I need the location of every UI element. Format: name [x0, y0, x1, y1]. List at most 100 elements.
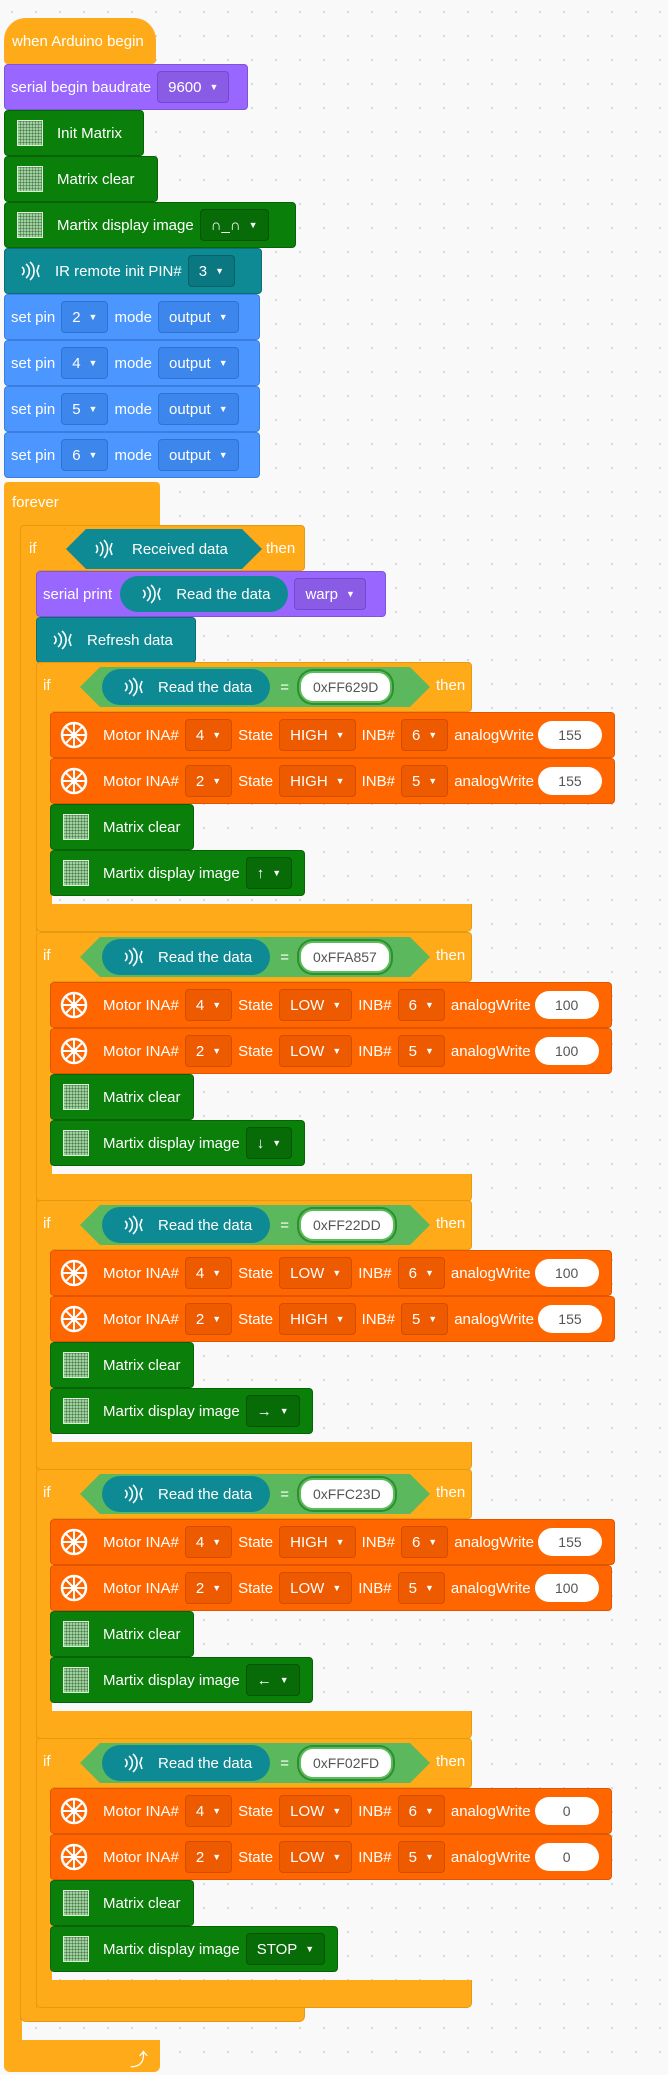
inb-dropdown[interactable]: 6 ▼: [400, 1526, 449, 1558]
equals-operator[interactable]: Read the data = 0xFFC23D: [80, 1474, 430, 1514]
motor-block[interactable]: Motor INA# 2 ▼ State HIGH ▼ INB# 5 ▼ analog…: [50, 1296, 615, 1342]
display-image-block[interactable]: Martix display image → ▼: [50, 1388, 313, 1434]
ina-dropdown[interactable]: 4 ▼: [184, 1795, 233, 1827]
equals-operator[interactable]: Read the data = 0xFFA857: [80, 937, 430, 977]
matrix-clear-block[interactable]: Matrix clear: [50, 804, 194, 850]
matrix-clear-block[interactable]: Matrix clear: [50, 1611, 194, 1657]
display-image-block[interactable]: Martix display image ↓ ▼: [50, 1120, 306, 1166]
state-dropdown[interactable]: LOW ▼: [279, 989, 353, 1021]
ir-code-input[interactable]: 0xFF22DD: [299, 1209, 395, 1241]
ina-dropdown[interactable]: 2 ▼: [184, 1303, 233, 1335]
equals-operator[interactable]: Read the data = 0xFF629D: [80, 667, 430, 707]
state-dropdown[interactable]: LOW ▼: [279, 1841, 353, 1873]
state-dropdown[interactable]: LOW ▼: [279, 1795, 353, 1827]
ina-dropdown[interactable]: 4 ▼: [184, 719, 233, 751]
inb-dropdown[interactable]: 6 ▼: [397, 989, 445, 1021]
display-image-block[interactable]: Martix display image ∩_∩ ▼: [4, 202, 296, 248]
init-matrix-block[interactable]: Init Matrix: [4, 110, 144, 156]
state-dropdown[interactable]: HIGH ▼: [279, 1526, 356, 1558]
mode-dropdown[interactable]: output ▼: [158, 301, 239, 333]
ina-dropdown[interactable]: 4 ▼: [184, 1257, 233, 1289]
motor-block[interactable]: Motor INA# 4 ▼ State HIGH ▼ INB# 6 ▼ analog…: [50, 1519, 615, 1565]
equals-operator[interactable]: Read the data = 0xFF22DD: [80, 1205, 430, 1245]
analogwrite-input[interactable]: 155: [537, 1528, 602, 1556]
ir-code-input[interactable]: 0xFFA857: [299, 941, 391, 973]
image-dropdown[interactable]: ↑ ▼: [245, 857, 293, 889]
inb-dropdown[interactable]: 6 ▼: [400, 719, 449, 751]
ina-dropdown[interactable]: 4 ▼: [184, 989, 233, 1021]
inb-dropdown[interactable]: 6 ▼: [397, 1257, 445, 1289]
motor-block[interactable]: Motor INA# 2 ▼ State LOW ▼ INB# 5 ▼ analogW…: [50, 1834, 612, 1880]
baudrate-dropdown[interactable]: 9600 ▼: [157, 71, 230, 103]
read-data-reporter[interactable]: Read the data: [120, 576, 289, 612]
state-dropdown[interactable]: LOW ▼: [279, 1257, 353, 1289]
read-data-reporter[interactable]: Read the data: [102, 1207, 270, 1243]
motor-block[interactable]: Motor INA# 4 ▼ State HIGH ▼ INB# 6 ▼ analog…: [50, 712, 615, 758]
state-dropdown[interactable]: HIGH ▼: [279, 1303, 356, 1335]
display-image-block[interactable]: Martix display image ← ▼: [50, 1657, 313, 1703]
format-dropdown[interactable]: warp ▼: [294, 578, 366, 610]
arduino-begin-hat[interactable]: when Arduino begin: [4, 18, 156, 64]
image-dropdown[interactable]: STOP ▼: [245, 1933, 326, 1965]
read-data-reporter[interactable]: Read the data: [102, 669, 270, 705]
analogwrite-input[interactable]: 155: [537, 767, 602, 795]
set-pin-block[interactable]: set pin 2 ▼ mode output ▼: [4, 294, 260, 340]
state-dropdown[interactable]: HIGH ▼: [279, 719, 356, 751]
ir-code-input[interactable]: 0xFF02FD: [299, 1747, 393, 1779]
ina-dropdown[interactable]: 2 ▼: [184, 1841, 233, 1873]
matrix-clear-block[interactable]: Matrix clear: [50, 1342, 194, 1388]
refresh-data-block[interactable]: Refresh data: [36, 617, 196, 663]
pin-dropdown[interactable]: 6 ▼: [61, 439, 109, 471]
analogwrite-input[interactable]: 0: [534, 1843, 599, 1871]
inb-dropdown[interactable]: 5 ▼: [397, 1841, 445, 1873]
analogwrite-input[interactable]: 100: [534, 1037, 599, 1065]
ir-init-block[interactable]: IR remote init PIN# 3 ▼: [4, 248, 262, 294]
set-pin-block[interactable]: set pin 4 ▼ mode output ▼: [4, 340, 260, 386]
ir-pin-dropdown[interactable]: 3 ▼: [187, 255, 235, 287]
inb-dropdown[interactable]: 5 ▼: [400, 765, 449, 797]
read-data-reporter[interactable]: Read the data: [102, 1476, 270, 1512]
motor-block[interactable]: Motor INA# 2 ▼ State HIGH ▼ INB# 5 ▼ analog…: [50, 758, 615, 804]
pin-dropdown[interactable]: 2 ▼: [61, 301, 109, 333]
display-image-block[interactable]: Martix display image STOP ▼: [50, 1926, 339, 1972]
state-dropdown[interactable]: HIGH ▼: [279, 765, 356, 797]
analogwrite-input[interactable]: 100: [534, 1259, 599, 1287]
pin-dropdown[interactable]: 4 ▼: [61, 347, 109, 379]
image-dropdown[interactable]: ↓ ▼: [245, 1127, 293, 1159]
inb-dropdown[interactable]: 6 ▼: [397, 1795, 445, 1827]
ina-dropdown[interactable]: 4 ▼: [184, 1526, 233, 1558]
state-dropdown[interactable]: LOW ▼: [279, 1035, 353, 1067]
motor-block[interactable]: Motor INA# 2 ▼ State LOW ▼ INB# 5 ▼ analogW…: [50, 1028, 612, 1074]
motor-block[interactable]: Motor INA# 2 ▼ State LOW ▼ INB# 5 ▼ analogW…: [50, 1565, 612, 1611]
ina-dropdown[interactable]: 2 ▼: [184, 765, 233, 797]
serial-print-block[interactable]: serial print Read the data warp ▼: [36, 571, 386, 617]
mode-dropdown[interactable]: output ▼: [158, 347, 239, 379]
analogwrite-input[interactable]: 155: [537, 721, 602, 749]
matrix-clear-block[interactable]: Matrix clear: [50, 1074, 194, 1120]
motor-block[interactable]: Motor INA# 4 ▼ State LOW ▼ INB# 6 ▼ analogW…: [50, 1788, 612, 1834]
state-dropdown[interactable]: LOW ▼: [279, 1572, 353, 1604]
ina-dropdown[interactable]: 2 ▼: [184, 1035, 233, 1067]
received-data-condition[interactable]: Received data: [66, 529, 262, 569]
analogwrite-input[interactable]: 100: [534, 991, 599, 1019]
image-dropdown[interactable]: ← ▼: [245, 1664, 300, 1696]
inb-dropdown[interactable]: 5 ▼: [397, 1572, 445, 1604]
analogwrite-input[interactable]: 0: [534, 1797, 599, 1825]
display-image-block[interactable]: Martix display image ↑ ▼: [50, 850, 306, 896]
image-dropdown[interactable]: → ▼: [245, 1395, 300, 1427]
mode-dropdown[interactable]: output ▼: [158, 393, 239, 425]
read-data-reporter[interactable]: Read the data: [102, 1745, 270, 1781]
set-pin-block[interactable]: set pin 5 ▼ mode output ▼: [4, 386, 260, 432]
matrix-clear-block[interactable]: Matrix clear: [4, 156, 158, 202]
inb-dropdown[interactable]: 5 ▼: [400, 1303, 449, 1335]
motor-block[interactable]: Motor INA# 4 ▼ State LOW ▼ INB# 6 ▼ analogW…: [50, 982, 612, 1028]
equals-operator[interactable]: Read the data = 0xFF02FD: [80, 1743, 430, 1783]
set-pin-block[interactable]: set pin 6 ▼ mode output ▼: [4, 432, 260, 478]
analogwrite-input[interactable]: 155: [537, 1305, 602, 1333]
ir-code-input[interactable]: 0xFF629D: [299, 671, 392, 703]
pin-dropdown[interactable]: 5 ▼: [61, 393, 109, 425]
ina-dropdown[interactable]: 2 ▼: [184, 1572, 233, 1604]
matrix-clear-block[interactable]: Matrix clear: [50, 1880, 194, 1926]
motor-block[interactable]: Motor INA# 4 ▼ State LOW ▼ INB# 6 ▼ analogW…: [50, 1250, 612, 1296]
read-data-reporter[interactable]: Read the data: [102, 939, 270, 975]
